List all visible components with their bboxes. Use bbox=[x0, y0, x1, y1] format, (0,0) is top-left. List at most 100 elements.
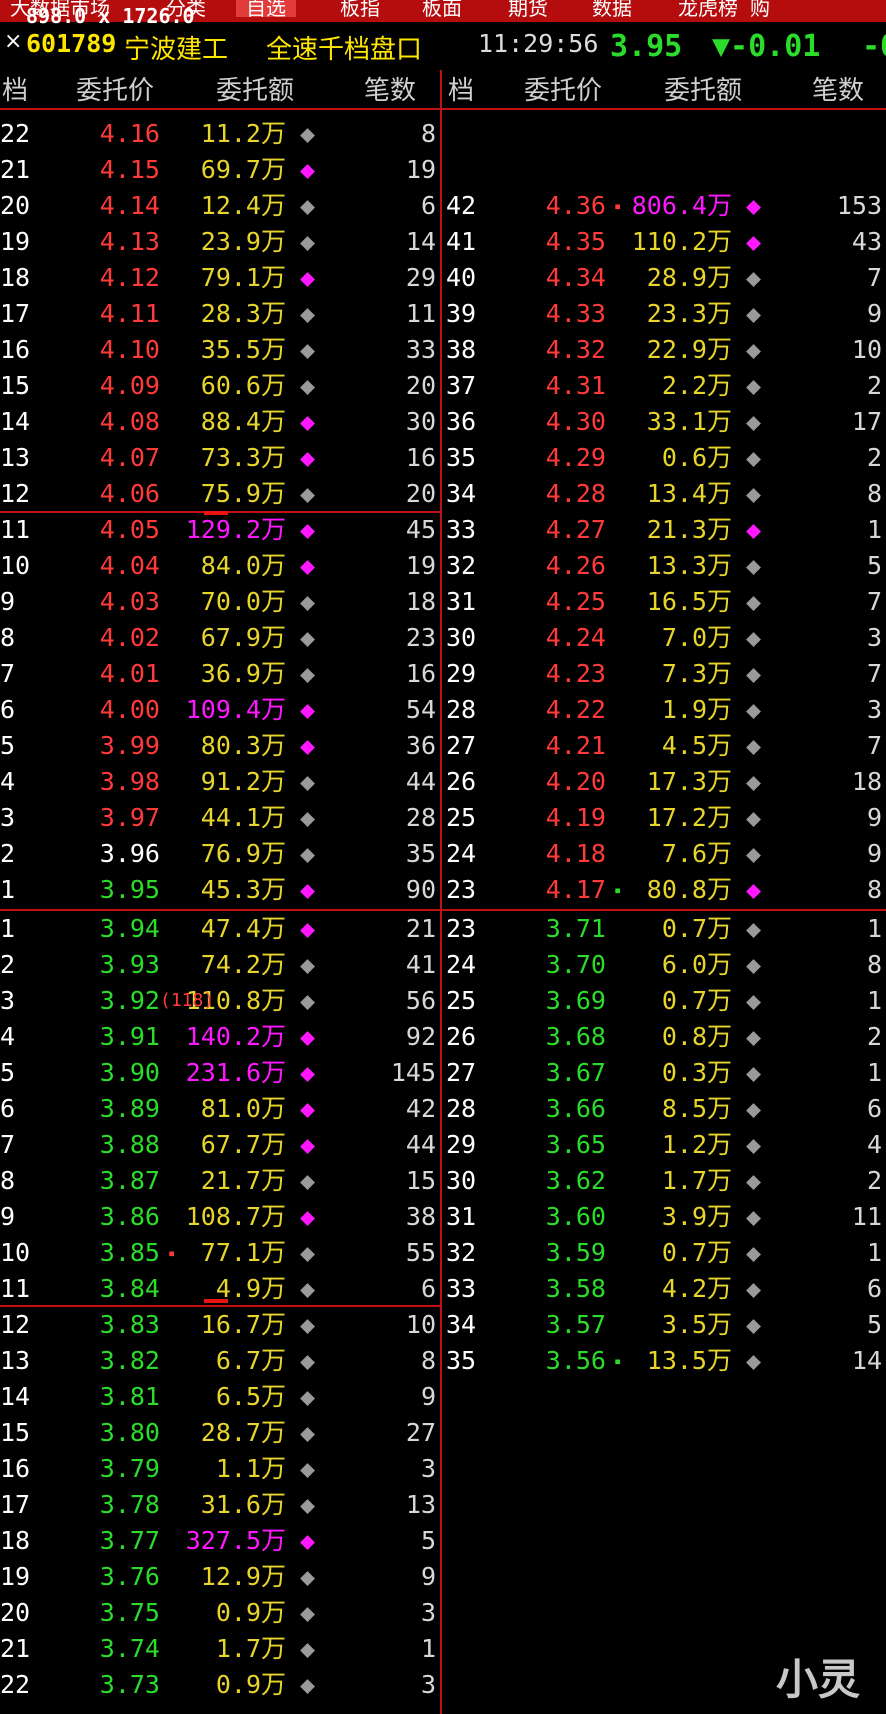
order-row[interactable]: 10 4.04 84.0万 ◆ 19 bbox=[0, 548, 440, 584]
menu-item-9[interactable]: 购 bbox=[740, 0, 780, 19]
order-row[interactable]: 33 4.27 21.3万 ◆ 1 bbox=[446, 512, 886, 548]
order-count: 19 bbox=[405, 155, 436, 184]
order-row[interactable]: 21 4.15 69.7万 ◆ 19 bbox=[0, 152, 440, 188]
order-row[interactable]: 24 4.18 7.6万 ◆ 9 bbox=[446, 836, 886, 872]
order-row[interactable]: 16 4.10 35.5万 ◆ 33 bbox=[0, 332, 440, 368]
order-row[interactable]: 13 3.82 6.7万 ◆ 8 bbox=[0, 1343, 440, 1379]
order-row[interactable]: 32 3.59 0.7万 ◆ 1 bbox=[446, 1235, 886, 1271]
order-row[interactable]: 25 4.19 17.2万 ◆ 9 bbox=[446, 800, 886, 836]
order-row[interactable]: 3 3.97 44.1万 ◆ 28 bbox=[0, 800, 440, 836]
order-row[interactable]: 28 4.22 1.9万 ◆ 3 bbox=[446, 692, 886, 728]
order-row[interactable]: 7 4.01 36.9万 ◆ 16 bbox=[0, 656, 440, 692]
order-amount: 22.9万 bbox=[646, 335, 732, 364]
order-row[interactable]: 30 4.24 7.0万 ◆ 3 bbox=[446, 620, 886, 656]
order-row[interactable]: 39 4.33 23.3万 ◆ 9 bbox=[446, 296, 886, 332]
order-row[interactable]: 22 3.73 0.9万 ◆ 3 bbox=[0, 1667, 440, 1703]
order-row[interactable]: 17 3.78 31.6万 ◆ 13 bbox=[0, 1487, 440, 1523]
order-row[interactable]: 14 4.08 88.4万 ◆ 30 bbox=[0, 404, 440, 440]
order-price: 3.87 bbox=[99, 1166, 160, 1195]
order-row[interactable]: 9 3.86 108.7万 ◆ 38 bbox=[0, 1199, 440, 1235]
order-amount: 47.4万 bbox=[200, 914, 286, 943]
order-row[interactable]: 42 4.36 ▪ 806.4万 ◆ 153 bbox=[446, 188, 886, 224]
order-row[interactable]: 15 4.09 60.6万 ◆ 20 bbox=[0, 368, 440, 404]
order-price: 3.91 bbox=[99, 1022, 160, 1051]
order-row[interactable]: 6 4.00 109.4万 ◆ 54 bbox=[0, 692, 440, 728]
order-row[interactable]: 2 3.93 74.2万 ◆ 41 bbox=[0, 947, 440, 983]
order-row[interactable]: 17 4.11 28.3万 ◆ 11 bbox=[0, 296, 440, 332]
order-row[interactable]: 4 3.91 140.2万 ◆ 92 bbox=[0, 1019, 440, 1055]
menu-item-5[interactable]: 板面 bbox=[412, 0, 472, 19]
order-row[interactable]: 24 3.70 6.0万 ◆ 8 bbox=[446, 947, 886, 983]
order-amount: 75.9万 bbox=[200, 479, 286, 508]
order-row[interactable]: 27 3.67 0.3万 ◆ 1 bbox=[446, 1055, 886, 1091]
order-row[interactable]: 14 3.81 6.5万 ◆ 9 bbox=[0, 1379, 440, 1415]
order-row[interactable]: 15 3.80 28.7万 ◆ 27 bbox=[0, 1415, 440, 1451]
order-row[interactable]: 31 4.25 16.5万 ◆ 7 bbox=[446, 584, 886, 620]
order-row[interactable]: 20 4.14 12.4万 ◆ 6 bbox=[0, 188, 440, 224]
diamond-icon-gray: ◆ bbox=[746, 695, 762, 724]
order-row[interactable]: 34 3.57 3.5万 ◆ 5 bbox=[446, 1307, 886, 1343]
order-row[interactable]: 3 3.92 110.8万 (118) ◆ 56 bbox=[0, 983, 440, 1019]
order-row[interactable]: 36 4.30 33.1万 ◆ 17 bbox=[446, 404, 886, 440]
order-row[interactable]: 41 4.35 110.2万 ◆ 43 bbox=[446, 224, 886, 260]
close-icon[interactable]: × bbox=[4, 29, 22, 54]
order-row[interactable]: 23 4.17 ▪ 80.8万 ◆ 8 bbox=[446, 872, 886, 908]
order-amount: 1.7万 bbox=[661, 1166, 732, 1195]
order-count: 7 bbox=[866, 659, 882, 688]
level-number: 28 bbox=[446, 695, 477, 724]
order-row[interactable]: 11 3.84 4.9万 ◆ 6 bbox=[0, 1271, 440, 1307]
order-row[interactable]: 4 3.98 91.2万 ◆ 44 bbox=[0, 764, 440, 800]
order-row[interactable]: 18 4.12 79.1万 ◆ 29 bbox=[0, 260, 440, 296]
order-count: 1 bbox=[866, 914, 882, 943]
order-row[interactable]: 40 4.34 28.9万 ◆ 7 bbox=[446, 260, 886, 296]
order-row[interactable]: 31 3.60 3.9万 ◆ 11 bbox=[446, 1199, 886, 1235]
order-row[interactable]: 5 3.90 231.6万 ◆ 145 bbox=[0, 1055, 440, 1091]
order-row[interactable]: 37 4.31 2.2万 ◆ 2 bbox=[446, 368, 886, 404]
order-row[interactable]: 21 3.74 1.7万 ◆ 1 bbox=[0, 1631, 440, 1667]
order-row[interactable]: 25 3.69 0.7万 ◆ 1 bbox=[446, 983, 886, 1019]
order-row[interactable]: 30 3.62 1.7万 ◆ 2 bbox=[446, 1163, 886, 1199]
order-row[interactable]: 26 3.68 0.8万 ◆ 2 bbox=[446, 1019, 886, 1055]
order-price: 4.19 bbox=[545, 803, 606, 832]
order-row[interactable]: 12 3.83 16.7万 ◆ 10 bbox=[0, 1307, 440, 1343]
order-row[interactable]: 12 4.06 75.9万 ◆ 20 bbox=[0, 476, 440, 512]
menu-item-3[interactable]: 自选 bbox=[236, 0, 296, 19]
order-row[interactable]: 34 4.28 13.4万 ◆ 8 bbox=[446, 476, 886, 512]
order-row[interactable]: 13 4.07 73.3万 ◆ 16 bbox=[0, 440, 440, 476]
order-row[interactable]: 27 4.21 4.5万 ◆ 7 bbox=[446, 728, 886, 764]
order-row[interactable]: 8 4.02 67.9万 ◆ 23 bbox=[0, 620, 440, 656]
order-row[interactable]: 19 3.76 12.9万 ◆ 9 bbox=[0, 1559, 440, 1595]
menu-item-7[interactable]: 数据 bbox=[582, 0, 642, 19]
order-row[interactable]: 18 3.77 327.5万 ◆ 5 bbox=[0, 1523, 440, 1559]
order-row[interactable]: 11 4.05 129.2万 ◆ 45 bbox=[0, 512, 440, 548]
order-row[interactable]: 35 4.29 0.6万 ◆ 2 bbox=[446, 440, 886, 476]
order-row[interactable]: 19 4.13 23.9万 ◆ 14 bbox=[0, 224, 440, 260]
order-row[interactable]: 7 3.88 67.7万 ◆ 44 bbox=[0, 1127, 440, 1163]
order-row[interactable]: 28 3.66 8.5万 ◆ 6 bbox=[446, 1091, 886, 1127]
order-row[interactable]: 33 3.58 4.2万 ◆ 6 bbox=[446, 1271, 886, 1307]
order-row[interactable]: 29 3.65 1.2万 ◆ 4 bbox=[446, 1127, 886, 1163]
order-row[interactable]: 8 3.87 21.7万 ◆ 15 bbox=[0, 1163, 440, 1199]
order-row[interactable]: 22 4.16 11.2万 ◆ 8 bbox=[0, 116, 440, 152]
order-row[interactable]: 35 3.56 ▪ 13.5万 ◆ 14 bbox=[446, 1343, 886, 1379]
menu-item-4[interactable]: 板指 bbox=[330, 0, 390, 19]
menu-item-8[interactable]: 龙虎榜 bbox=[668, 0, 748, 19]
level-number: 27 bbox=[446, 731, 477, 760]
order-row[interactable]: 10 3.85 ▪ 77.1万 ◆ 55 bbox=[0, 1235, 440, 1271]
order-row[interactable]: 5 3.99 80.3万 ◆ 36 bbox=[0, 728, 440, 764]
order-row[interactable]: 32 4.26 13.3万 ◆ 5 bbox=[446, 548, 886, 584]
order-row[interactable]: 29 4.23 7.3万 ◆ 7 bbox=[446, 656, 886, 692]
order-row[interactable]: 1 3.95 45.3万 ◆ 90 bbox=[0, 872, 440, 908]
order-row[interactable]: 6 3.89 81.0万 ◆ 42 bbox=[0, 1091, 440, 1127]
order-row[interactable]: 23 3.71 0.7万 ◆ 1 bbox=[446, 911, 886, 947]
diamond-icon-gray: ◆ bbox=[746, 587, 762, 616]
order-row[interactable]: 9 4.03 70.0万 ◆ 18 bbox=[0, 584, 440, 620]
menu-item-6[interactable]: 期货 bbox=[498, 0, 558, 19]
order-count: 45 bbox=[405, 515, 436, 544]
order-row[interactable]: 2 3.96 76.9万 ◆ 35 bbox=[0, 836, 440, 872]
order-row[interactable]: 1 3.94 47.4万 ◆ 21 bbox=[0, 911, 440, 947]
order-row[interactable]: 38 4.32 22.9万 ◆ 10 bbox=[446, 332, 886, 368]
order-row[interactable]: 26 4.20 17.3万 ◆ 18 bbox=[446, 764, 886, 800]
order-row[interactable]: 16 3.79 1.1万 ◆ 3 bbox=[0, 1451, 440, 1487]
order-row[interactable]: 20 3.75 0.9万 ◆ 3 bbox=[0, 1595, 440, 1631]
